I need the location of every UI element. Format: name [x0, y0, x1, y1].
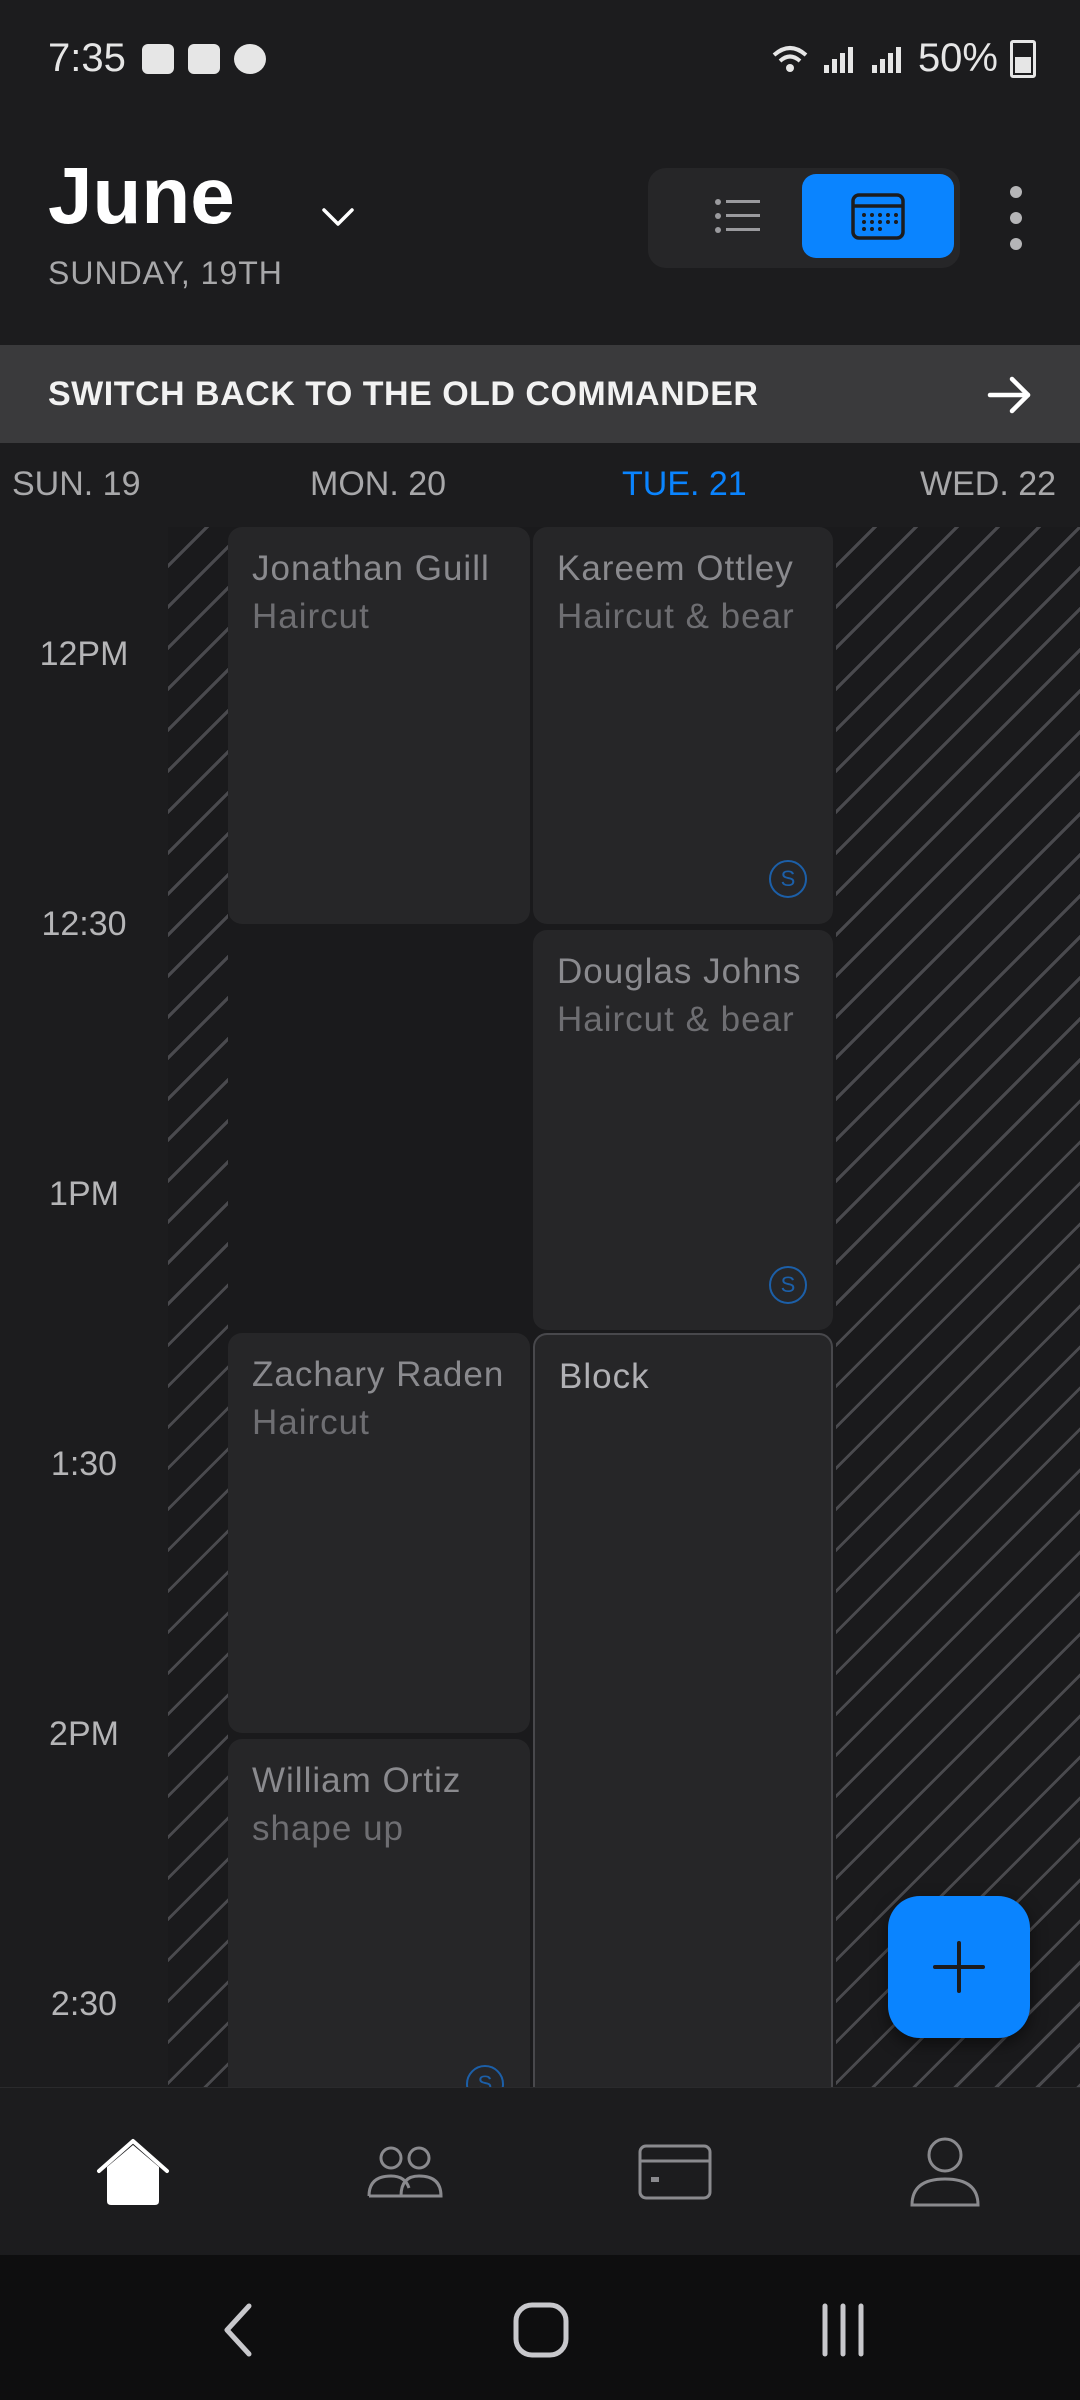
block-card[interactable]: Block: [533, 1333, 833, 2087]
appointment-service: shape up: [252, 1809, 405, 1848]
appointment-client: William Ortiz: [252, 1761, 462, 1800]
appointment-client: Kareem Ottley: [557, 549, 794, 588]
block-label: Block: [559, 1357, 650, 1396]
add-appointment-button[interactable]: [888, 1896, 1030, 2038]
signal-icon: [823, 46, 853, 73]
image-icon: [142, 44, 174, 74]
view-toggle: [648, 168, 960, 268]
time-label: 2:30: [50, 1985, 118, 2023]
wifi-icon: [772, 45, 808, 72]
back-icon: [224, 2303, 252, 2357]
system-navigation-bar: [0, 2255, 1080, 2400]
home-icon: [97, 2139, 169, 2205]
header: June SUNDAY, 19TH: [0, 120, 1080, 345]
appointment-card[interactable]: Jonathan Guill Haircut: [228, 527, 530, 924]
nav-clients[interactable]: [360, 2132, 450, 2212]
status-bar: 7:35 50%: [0, 0, 1080, 120]
calendar-icon: [851, 193, 905, 240]
day-header-tue[interactable]: TUE. 21: [622, 465, 747, 504]
users-icon: [367, 2146, 443, 2198]
appointment-client: Zachary Raden: [252, 1355, 505, 1394]
day-column-wed-unavailable: [836, 527, 1080, 2087]
bottom-navigation: [0, 2087, 1080, 2256]
nav-home[interactable]: [88, 2132, 178, 2212]
appointment-card[interactable]: Zachary Raden Haircut: [228, 1333, 530, 1733]
system-recents-button[interactable]: [808, 2295, 878, 2365]
time-label: 12:30: [41, 905, 127, 943]
appointment-client: Jonathan Guill: [252, 549, 490, 588]
kebab-menu-icon[interactable]: [1008, 182, 1024, 254]
calendar-view-button[interactable]: [802, 174, 954, 258]
system-home-button[interactable]: [506, 2295, 576, 2365]
day-header-wed[interactable]: WED. 22: [920, 465, 1056, 504]
appointment-client: Douglas Johns: [557, 952, 802, 991]
cibc-icon: [188, 44, 220, 74]
battery-icon: [1010, 39, 1036, 78]
system-back-button[interactable]: [204, 2295, 274, 2365]
battery-percent: 50%: [917, 36, 998, 80]
selected-date: SUNDAY, 19TH: [48, 255, 283, 291]
appointment-card[interactable]: William Ortiz shape up S: [228, 1739, 530, 2087]
notification-app-icon: [234, 44, 266, 74]
status-time: 7:35: [48, 36, 126, 80]
appointment-service: Haircut: [252, 597, 370, 636]
day-header-sun[interactable]: SUN. 19: [12, 465, 141, 504]
plus-icon: [933, 1941, 985, 1993]
appointment-service: Haircut: [252, 1403, 370, 1442]
list-icon: [715, 199, 760, 233]
day-header-mon[interactable]: MON. 20: [310, 465, 446, 504]
chevron-down-icon[interactable]: [318, 196, 358, 236]
calendar-grid[interactable]: 12PM 12:30 1PM 1:30 2PM 2:30 Jonathan Gu…: [0, 527, 1080, 2087]
s-badge-icon: S: [466, 2065, 504, 2087]
appointment-service: Haircut & bear: [557, 597, 795, 636]
time-label: 2PM: [49, 1715, 119, 1753]
status-notification-icons: [142, 44, 266, 74]
s-badge-icon: S: [769, 860, 807, 898]
profile-icon: [910, 2137, 980, 2207]
time-column: 12PM 12:30 1PM 1:30 2PM 2:30: [0, 527, 168, 2087]
banner-text: SWITCH BACK TO THE OLD COMMANDER: [48, 375, 759, 413]
home-circle-icon: [513, 2302, 569, 2358]
day-header-row: SUN. 19 MON. 20 TUE. 21 WED. 22: [0, 443, 1080, 527]
appointment-card[interactable]: Douglas Johns Haircut & bear S: [533, 930, 833, 1330]
signal-roaming-icon: [871, 46, 901, 73]
month-title[interactable]: June: [48, 150, 235, 242]
nav-payments[interactable]: [630, 2132, 720, 2212]
appointment-service: Haircut & bear: [557, 1000, 795, 1039]
status-right: 50%: [770, 36, 1036, 81]
day-column-sun-unavailable: [168, 527, 228, 2087]
recents-icon: [822, 2303, 864, 2357]
list-view-button[interactable]: [668, 174, 808, 258]
card-icon: [638, 2144, 712, 2200]
nav-profile[interactable]: [900, 2132, 990, 2212]
s-badge-icon: S: [769, 1266, 807, 1304]
appointment-card[interactable]: Kareem Ottley Haircut & bear S: [533, 527, 833, 924]
switch-commander-banner[interactable]: SWITCH BACK TO THE OLD COMMANDER: [0, 345, 1080, 443]
time-label: 1PM: [49, 1175, 119, 1213]
time-label: 1:30: [50, 1445, 118, 1483]
time-label: 12PM: [39, 635, 129, 673]
arrow-right-icon: [987, 376, 1031, 414]
